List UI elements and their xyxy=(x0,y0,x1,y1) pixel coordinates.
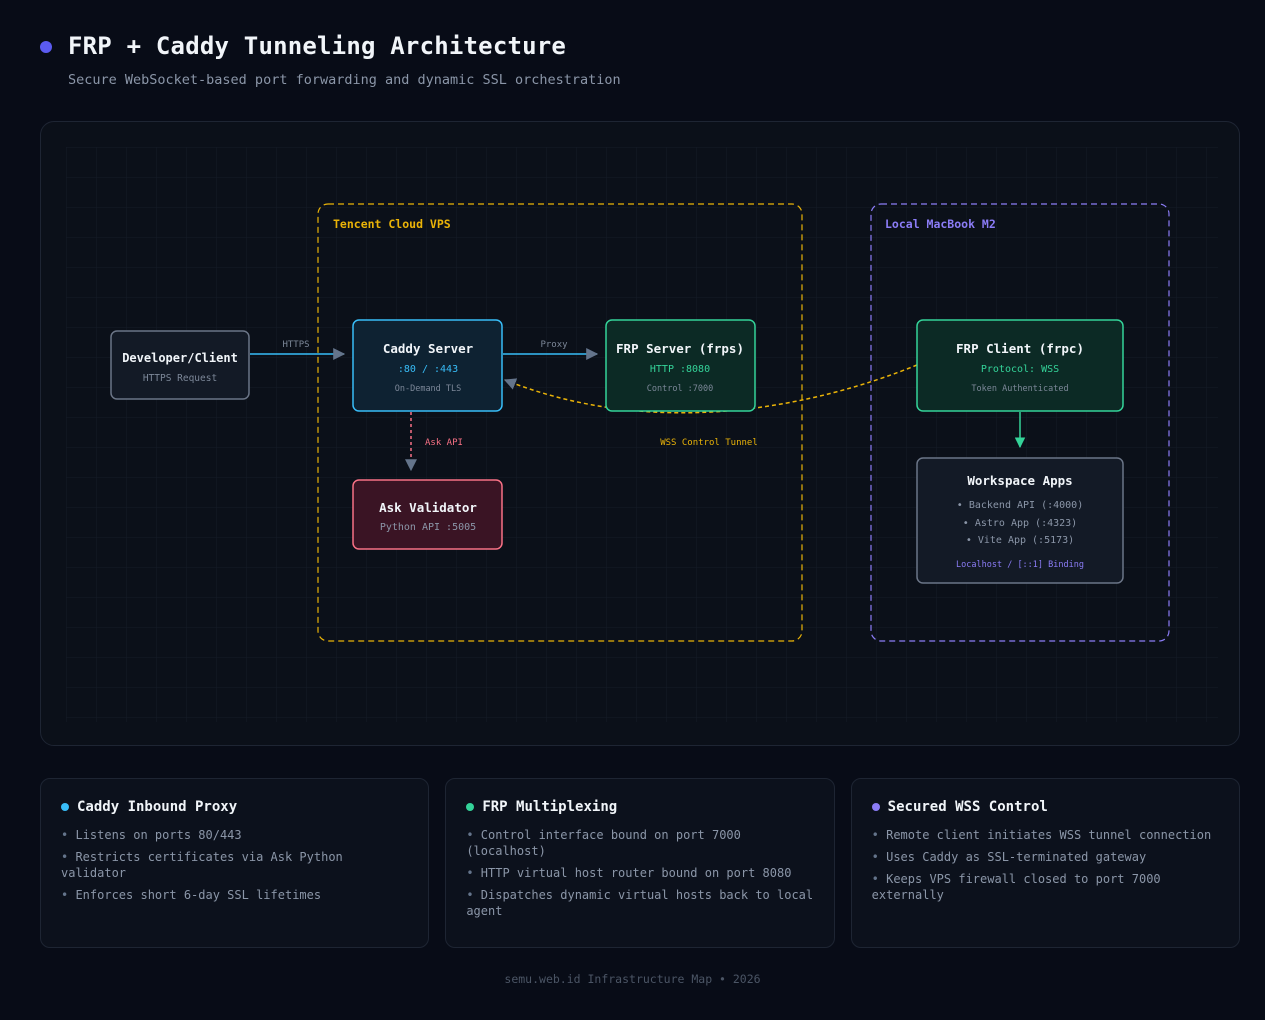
edge-wss-tunnel-label: WSS Control Tunnel xyxy=(660,438,758,448)
node-frps-sub: Control :7000 xyxy=(647,384,714,394)
footer-text: semu.web.id Infrastructure Map • 2026 xyxy=(504,972,761,986)
grid-background xyxy=(66,147,1218,722)
list-item: Keeps VPS firewall closed to port 7000 e… xyxy=(872,871,1219,903)
node-apps-item: • Astro App (:4323) xyxy=(963,518,1077,529)
node-caddy-title: Caddy Server xyxy=(383,341,474,356)
node-apps-binding: Localhost / [::1] Binding xyxy=(956,560,1084,570)
node-frps: FRP Server (frps) HTTP :8080 Control :70… xyxy=(605,319,756,412)
node-validator: Ask Validator Python API :5005 xyxy=(352,479,503,550)
node-client-sub: HTTPS Request xyxy=(143,373,217,384)
edge-https-label: HTTPS xyxy=(282,340,309,350)
list-item: Dispatches dynamic virtual hosts back to… xyxy=(466,887,813,919)
zone-local-label: Local MacBook M2 xyxy=(885,217,996,231)
list-item: Control interface bound on port 7000 (lo… xyxy=(466,827,813,859)
node-frpc-sub: Token Authenticated xyxy=(971,384,1068,394)
node-caddy-ports: :80 / :443 xyxy=(398,364,458,375)
node-caddy-sub: On-Demand TLS xyxy=(395,384,462,394)
node-apps-item: • Backend API (:4000) xyxy=(957,500,1083,511)
list-item: Uses Caddy as SSL-terminated gateway xyxy=(872,849,1219,865)
card-list: Control interface bound on port 7000 (lo… xyxy=(466,827,813,919)
node-frpc-ports: Protocol: WSS xyxy=(981,364,1059,375)
list-item: Remote client initiates WSS tunnel conne… xyxy=(872,827,1219,843)
card-secured-wss-control: Secured WSS Control Remote client initia… xyxy=(850,778,1240,948)
node-validator-sub: Python API :5005 xyxy=(380,522,476,533)
page-subtitle: Secure WebSocket-based port forwarding a… xyxy=(68,72,621,88)
list-item: HTTP virtual host router bound on port 8… xyxy=(466,865,813,881)
node-caddy: Caddy Server :80 / :443 On-Demand TLS xyxy=(352,319,503,412)
edge-ask-api-label: Ask API xyxy=(425,438,463,448)
card-title: Caddy Inbound Proxy xyxy=(77,799,238,815)
card-list: Listens on ports 80/443 Restricts certif… xyxy=(61,827,408,903)
feature-cards: Caddy Inbound Proxy Listens on ports 80/… xyxy=(40,778,1240,948)
title-bullet xyxy=(40,41,52,53)
list-item: Listens on ports 80/443 xyxy=(61,827,408,843)
node-frpc: FRP Client (frpc) Protocol: WSS Token Au… xyxy=(916,319,1124,412)
node-client-title: Developer/Client xyxy=(122,351,238,365)
zone-vps-label: Tencent Cloud VPS xyxy=(333,217,451,231)
node-frps-title: FRP Server (frps) xyxy=(616,341,744,356)
node-frps-ports: HTTP :8080 xyxy=(650,364,710,375)
card-bullet xyxy=(61,803,69,811)
node-apps-item: • Vite App (:5173) xyxy=(966,535,1074,546)
list-item: Enforces short 6-day SSL lifetimes xyxy=(61,887,408,903)
card-bullet xyxy=(871,803,880,811)
page-title: FRP + Caddy Tunneling Architecture xyxy=(68,32,567,60)
node-validator-title: Ask Validator xyxy=(379,500,477,515)
node-frpc-title: FRP Client (frpc) xyxy=(956,341,1084,356)
card-title: FRP Multiplexing xyxy=(482,799,618,815)
list-item: Restricts certificates via Ask Python va… xyxy=(61,849,408,881)
architecture-diagram-panel: Tencent Cloud VPS Local MacBook M2 HTTPS… xyxy=(40,121,1240,746)
node-workspace-apps: Workspace Apps • Backend API (:4000) • A… xyxy=(916,457,1124,584)
node-client: Developer/Client HTTPS Request xyxy=(110,330,250,400)
card-title: Secured WSS Control xyxy=(887,799,1048,815)
card-caddy-inbound-proxy: Caddy Inbound Proxy Listens on ports 80/… xyxy=(40,778,430,948)
card-bullet xyxy=(466,803,475,811)
edge-proxy-label: Proxy xyxy=(540,340,568,350)
architecture-diagram: Tencent Cloud VPS Local MacBook M2 HTTPS… xyxy=(66,147,1218,722)
node-apps-title: Workspace Apps xyxy=(967,473,1072,488)
card-frp-multiplexing: FRP Multiplexing Control interface bound… xyxy=(445,778,835,948)
card-list: Remote client initiates WSS tunnel conne… xyxy=(872,827,1219,903)
